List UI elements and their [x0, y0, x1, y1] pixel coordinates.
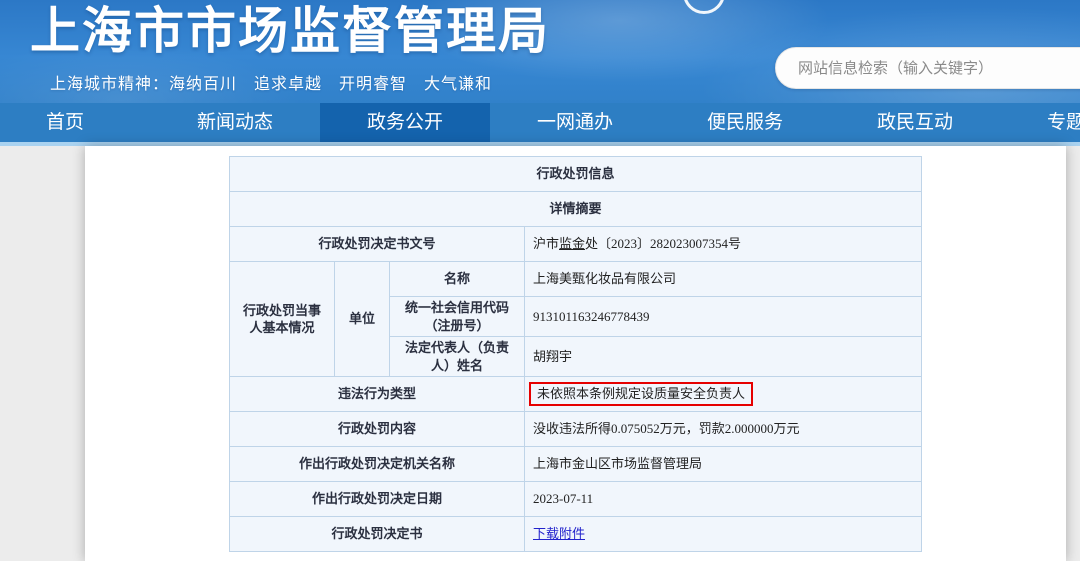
legal-rep-value: 胡翔宇 — [524, 337, 921, 377]
violation-type-label: 违法行为类型 — [229, 377, 524, 412]
content-area: 行政处罚信息 详情摘要 行政处罚决定书文号 沪市监金处〔2023〕2820230… — [0, 146, 1080, 561]
nav-tab-interaction[interactable]: 政民互动 — [830, 103, 1000, 142]
table-row-subtitle: 详情摘要 — [229, 192, 921, 227]
table-row-doc-number: 行政处罚决定书文号 沪市监金处〔2023〕282023007354号 — [229, 227, 921, 262]
site-header: 上海市市场监督管理局 上海城市精神：海纳百川 追求卓越 开明睿智 大气谦和 — [0, 0, 1080, 103]
nav-tab-home[interactable]: 首页 — [0, 103, 150, 142]
credit-code-label: 统一社会信用代码（注册号） — [389, 297, 524, 337]
table-row-violation-type: 违法行为类型 未依照本条例规定设质量安全负责人 — [229, 377, 921, 412]
penalty-content-label: 行政处罚内容 — [229, 412, 524, 447]
name-value: 上海美甄化妆品有限公司 — [524, 262, 921, 297]
decision-doc-label: 行政处罚决定书 — [229, 517, 524, 552]
party-type-label: 单位 — [334, 262, 389, 377]
table-row-penalty-content: 行政处罚内容 没收违法所得0.075052万元，罚款2.000000万元 — [229, 412, 921, 447]
nav-tab-row: 首页 新闻动态 政务公开 一网通办 便民服务 政民互动 专题专栏 — [0, 103, 1080, 142]
penalty-content-value: 没收违法所得0.075052万元，罚款2.000000万元 — [524, 412, 921, 447]
nav-tab-news[interactable]: 新闻动态 — [150, 103, 320, 142]
nav-tab-gov-affairs[interactable]: 政务公开 — [320, 103, 490, 142]
main-nav: 首页 新闻动态 政务公开 一网通办 便民服务 政民互动 专题专栏 — [0, 103, 1080, 142]
name-label: 名称 — [389, 262, 524, 297]
table-subtitle: 详情摘要 — [229, 192, 921, 227]
doc-number-label: 行政处罚决定书文号 — [229, 227, 524, 262]
credit-code-value: 913101163246778439 — [524, 297, 921, 337]
doc-number-underlined: 监金 — [559, 236, 585, 251]
decision-doc-value: 下载附件 — [524, 517, 921, 552]
table-row-decision-date: 作出行政处罚决定日期 2023-07-11 — [229, 482, 921, 517]
download-attachment-link[interactable]: 下载附件 — [533, 526, 585, 541]
emblem-arc-icon — [683, 0, 725, 14]
nav-tab-services[interactable]: 便民服务 — [660, 103, 830, 142]
doc-number-prefix: 沪市 — [533, 236, 559, 251]
table-row-party-name: 行政处罚当事人基本情况 单位 名称 上海美甄化妆品有限公司 — [229, 262, 921, 297]
violation-type-value: 未依照本条例规定设质量安全负责人 — [524, 377, 921, 412]
authority-label: 作出行政处罚决定机关名称 — [229, 447, 524, 482]
violation-highlight-box: 未依照本条例规定设质量安全负责人 — [529, 382, 753, 407]
party-basic-info-label: 行政处罚当事人基本情况 — [229, 262, 334, 377]
site-title: 上海市市场监督管理局 — [30, 0, 550, 66]
doc-number-value: 沪市监金处〔2023〕282023007354号 — [524, 227, 921, 262]
doc-number-suffix: 处〔2023〕282023007354号 — [585, 236, 741, 251]
search-input[interactable] — [798, 48, 1080, 88]
nav-tab-one-stop[interactable]: 一网通办 — [490, 103, 660, 142]
table-row-authority: 作出行政处罚决定机关名称 上海市金山区市场监督管理局 — [229, 447, 921, 482]
violation-text: 未依照本条例规定设质量安全负责人 — [537, 386, 745, 401]
legal-rep-label: 法定代表人（负责人）姓名 — [389, 337, 524, 377]
site-search[interactable] — [775, 47, 1080, 89]
authority-value: 上海市金山区市场监督管理局 — [524, 447, 921, 482]
decision-date-label: 作出行政处罚决定日期 — [229, 482, 524, 517]
penalty-info-table: 行政处罚信息 详情摘要 行政处罚决定书文号 沪市监金处〔2023〕2820230… — [229, 156, 922, 552]
table-row-decision-doc: 行政处罚决定书 下载附件 — [229, 517, 921, 552]
table-title: 行政处罚信息 — [229, 157, 921, 192]
table-row-title: 行政处罚信息 — [229, 157, 921, 192]
page: 上海市市场监督管理局 上海城市精神：海纳百川 追求卓越 开明睿智 大气谦和 首页… — [0, 0, 1080, 561]
site-subtitle: 上海城市精神：海纳百川 追求卓越 开明睿智 大气谦和 — [50, 70, 492, 94]
nav-tab-special-topics[interactable]: 专题专栏 — [1000, 103, 1080, 142]
decision-date-value: 2023-07-11 — [524, 482, 921, 517]
content-panel: 行政处罚信息 详情摘要 行政处罚决定书文号 沪市监金处〔2023〕2820230… — [85, 146, 1066, 561]
